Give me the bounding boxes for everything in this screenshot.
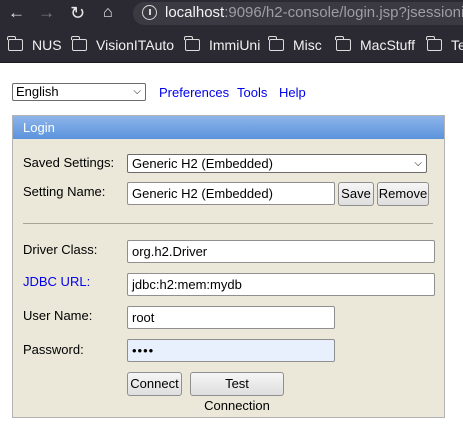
back-arrow-icon[interactable]: ← [8,3,25,23]
bookmarks-bar: NUS VisionITAuto ImmiUni Misc MacStuff T… [0,27,463,63]
folder-icon [335,36,351,51]
browser-toolbar: ← → ↻ ⌂ localhost:9096/h2-console/login.… [0,0,463,27]
saved-settings-select[interactable]: Generic H2 (Embedded) ⌵ [127,154,427,173]
test-connection-button[interactable]: Test Connection [190,372,284,413]
jdbc-url-link[interactable]: JDBC URL: [23,274,90,289]
saved-settings-label: Saved Settings: [23,155,115,170]
folder-icon [184,36,200,51]
password-input[interactable]: •••• [127,339,335,362]
preferences-link[interactable]: Preferences [159,85,229,100]
connect-button[interactable]: Connect [127,372,182,396]
jdbc-url-input[interactable]: jdbc:h2:mem:mydb [127,273,435,296]
folder-icon [426,36,442,51]
driver-class-label: Driver Class: [23,242,98,257]
forward-arrow-icon[interactable]: → [38,3,55,23]
login-panel: Login Saved Settings: Generic H2 (Embedd… [12,115,445,418]
setting-name-input[interactable]: Generic H2 (Embedded) [127,182,335,205]
help-link[interactable]: Help [279,85,306,100]
url-text[interactable]: localhost:9096/h2-console/login.jsp?jses… [165,4,463,21]
driver-class-input[interactable]: org.h2.Driver [127,240,435,263]
chevron-down-icon: ⌵ [133,86,141,97]
reload-icon[interactable]: ↻ [70,3,85,23]
remove-button[interactable]: Remove [377,182,429,206]
info-icon[interactable] [142,5,157,20]
folder-icon [7,36,23,51]
folder-icon [268,36,284,51]
folder-icon [71,36,87,51]
save-button[interactable]: Save [338,182,374,206]
divider [23,223,433,224]
tools-link[interactable]: Tools [237,85,267,100]
language-select[interactable]: English ⌵ [12,83,146,101]
setting-name-label: Setting Name: [23,184,106,199]
login-panel-title: Login [13,116,444,139]
password-label: Password: [23,342,84,357]
user-name-label: User Name: [23,308,93,323]
user-name-input[interactable]: root [127,306,335,329]
chevron-down-icon: ⌵ [414,158,422,169]
home-icon[interactable]: ⌂ [103,3,113,23]
